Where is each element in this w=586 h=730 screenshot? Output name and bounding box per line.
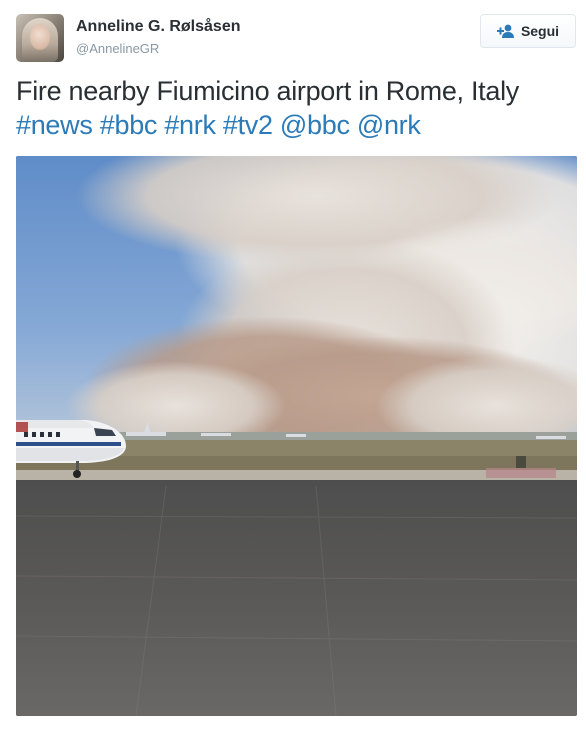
mention-link[interactable]: @nrk xyxy=(357,110,421,140)
display-name[interactable]: Anneline G. Rølsåsen xyxy=(76,18,240,36)
tweet-photo[interactable] xyxy=(16,156,577,716)
hashtag-link[interactable]: #tv2 xyxy=(223,110,273,140)
user-avatar[interactable] xyxy=(16,14,64,62)
mention-link[interactable]: @bbc xyxy=(280,110,350,140)
tweet-entities: #news #bbc #nrk #tv2 @bbc @nrk xyxy=(16,108,576,142)
follow-button-label: Segui xyxy=(520,23,560,39)
tweet-text-body: Fire nearby Fiumicino airport in Rome, I… xyxy=(16,76,519,106)
follow-button[interactable]: Segui xyxy=(480,14,576,48)
screen-name[interactable]: @AnnelineGR xyxy=(76,41,159,56)
tweet-text: Fire nearby Fiumicino airport in Rome, I… xyxy=(16,74,576,142)
avatar-face xyxy=(30,24,50,50)
tweet-header: Anneline G. Rølsåsen @AnnelineGR Segui xyxy=(16,14,576,62)
hashtag-link[interactable]: #bbc xyxy=(100,110,158,140)
add-user-icon xyxy=(496,24,515,38)
hashtag-link[interactable]: #nrk xyxy=(164,110,216,140)
smoke-over-airport-runway-photo xyxy=(16,156,577,716)
hashtag-link[interactable]: #news xyxy=(16,110,93,140)
